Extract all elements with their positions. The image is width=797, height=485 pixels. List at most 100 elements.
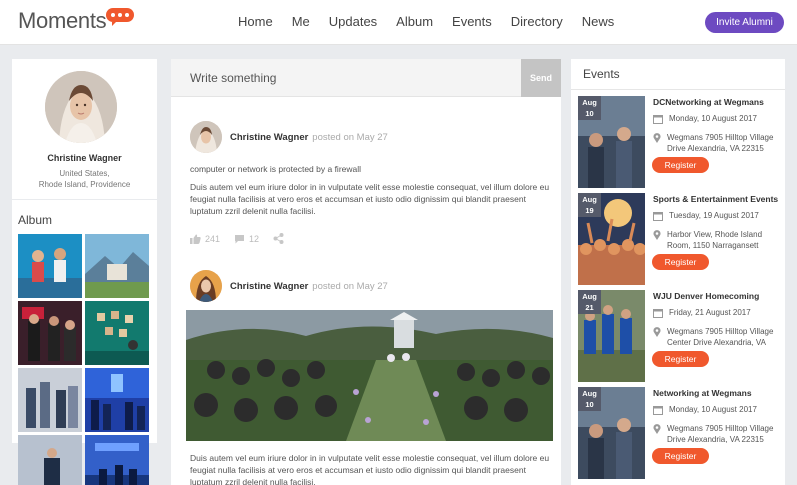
event-month: Aug bbox=[582, 292, 597, 301]
event-address-line1: Wegmans 7905 Hilltop Village bbox=[667, 327, 774, 336]
location-pin-icon bbox=[653, 230, 661, 240]
author-avatar[interactable] bbox=[190, 270, 222, 302]
share-button[interactable] bbox=[273, 233, 288, 244]
top-bar: Moments Home Me Updates Album Events Dir… bbox=[0, 0, 797, 45]
event-date-row: Friday, 21 August 2017 bbox=[653, 307, 751, 318]
event-title[interactable]: DCNetworking at Wegmans bbox=[653, 97, 781, 107]
album-title: Album bbox=[18, 213, 53, 227]
event-title[interactable]: Sports & Entertainment Events bbox=[653, 194, 781, 204]
event-address-line2: Room, 1150 Narragansett bbox=[667, 241, 759, 250]
event-address-row: Harbor View, Rhode Island Room, 1150 Narr… bbox=[653, 229, 762, 251]
location-pin-icon bbox=[653, 327, 661, 337]
profile-location-line2: Rhode Island, Providence bbox=[38, 180, 131, 189]
profile-location-line1: United States, bbox=[59, 169, 110, 178]
logo-text[interactable]: Moments bbox=[18, 8, 107, 34]
event-day: 19 bbox=[585, 206, 594, 215]
comment-count: 12 bbox=[249, 233, 260, 244]
send-button[interactable]: Send bbox=[521, 59, 561, 97]
event-title[interactable]: Networking at Wegmans bbox=[653, 388, 781, 398]
event-day: 10 bbox=[585, 109, 594, 118]
register-button[interactable]: Register bbox=[652, 157, 709, 173]
event-image[interactable]: Aug 10 bbox=[578, 96, 645, 188]
album-photo[interactable] bbox=[85, 301, 149, 365]
post-header: Christine Wagner posted on May 27 bbox=[190, 270, 388, 302]
event-month: Aug bbox=[582, 98, 597, 107]
event-date: Monday, 10 August 2017 bbox=[669, 114, 757, 123]
events-panel: Events Aug 10 DCNetworking at Wegmans Mon… bbox=[571, 59, 785, 485]
event-item: Aug 10 DCNetworking at Wegmans Monday, 10… bbox=[578, 96, 778, 188]
event-date: Tuesday, 19 August 2017 bbox=[669, 211, 759, 220]
nav-item-me[interactable]: Me bbox=[292, 14, 310, 29]
event-month: Aug bbox=[582, 389, 597, 398]
album-grid bbox=[18, 234, 149, 485]
event-date-badge: Aug 19 bbox=[578, 193, 601, 217]
event-title[interactable]: WJU Denver Homecoming bbox=[653, 291, 781, 301]
event-address-line1: Harbor View, Rhode Island bbox=[667, 230, 763, 239]
news-feed: Christine Wagner posted on May 27 comput… bbox=[171, 97, 561, 485]
event-date: Friday, 21 August 2017 bbox=[669, 308, 751, 317]
main-nav: Home Me Updates Album Events Directory N… bbox=[238, 14, 633, 29]
album-photo[interactable] bbox=[85, 368, 149, 432]
nav-item-news[interactable]: News bbox=[582, 14, 615, 29]
album-photo[interactable] bbox=[18, 368, 82, 432]
post-body-text: Duis autem vel eum iriure dolor in in vu… bbox=[190, 453, 550, 485]
nav-item-directory[interactable]: Directory bbox=[511, 14, 563, 29]
comment-icon bbox=[235, 234, 245, 243]
event-date-row: Tuesday, 19 August 2017 bbox=[653, 210, 759, 221]
thumbs-up-icon bbox=[190, 234, 201, 244]
event-item: Aug 19 Sports & Entertainment Events Tues… bbox=[578, 193, 778, 285]
event-image[interactable]: Aug 21 bbox=[578, 290, 645, 382]
album-photo[interactable] bbox=[85, 435, 149, 485]
register-button[interactable]: Register bbox=[652, 254, 709, 270]
album-photo[interactable] bbox=[18, 435, 82, 485]
event-address-line1: Wegmans 7905 Hilltop Village bbox=[667, 133, 774, 142]
event-address-row: Wegmans 7905 Hilltop Village Drive Alexan… bbox=[653, 423, 773, 445]
event-item: Aug 10 Networking at Wegmans Monday, 10 A… bbox=[578, 387, 778, 479]
event-address-line2: Center Drive Alexandria, VA bbox=[667, 338, 767, 347]
speech-bubble-icon bbox=[106, 8, 134, 26]
write-something-input[interactable] bbox=[171, 59, 521, 97]
post-photo[interactable] bbox=[186, 310, 553, 441]
profile-location: United States, Rhode Island, Providence bbox=[12, 168, 157, 190]
share-icon bbox=[273, 233, 284, 244]
album-photo[interactable] bbox=[18, 234, 82, 298]
event-date-badge: Aug 21 bbox=[578, 290, 601, 314]
event-date-badge: Aug 10 bbox=[578, 96, 601, 120]
post-author[interactable]: Christine Wagner bbox=[230, 132, 308, 143]
profile-name[interactable]: Christine Wagner bbox=[12, 153, 157, 163]
event-date-badge: Aug 10 bbox=[578, 387, 601, 411]
event-date: Monday, 10 August 2017 bbox=[669, 405, 757, 414]
calendar-icon bbox=[653, 406, 663, 415]
post-author[interactable]: Christine Wagner bbox=[230, 281, 308, 292]
event-date-row: Monday, 10 August 2017 bbox=[653, 113, 757, 124]
profile-card: Christine Wagner United States, Rhode Is… bbox=[12, 59, 157, 199]
like-button[interactable]: 241 bbox=[190, 234, 220, 244]
nav-item-album[interactable]: Album bbox=[396, 14, 433, 29]
nav-item-home[interactable]: Home bbox=[238, 14, 273, 29]
post-composer: Send bbox=[171, 59, 561, 97]
event-address-row: Wegmans 7905 Hilltop Village Drive Alexan… bbox=[653, 132, 773, 154]
nav-item-updates[interactable]: Updates bbox=[329, 14, 377, 29]
post-body-text: Duis autem vel eum iriure dolor in in vu… bbox=[190, 182, 550, 216]
post-lead-text: computer or network is protected by a fi… bbox=[190, 164, 362, 174]
like-count: 241 bbox=[205, 233, 221, 244]
events-title: Events bbox=[583, 67, 620, 81]
post-actions: 241 12 bbox=[190, 233, 302, 244]
register-button[interactable]: Register bbox=[652, 448, 709, 464]
profile-avatar[interactable] bbox=[45, 71, 117, 143]
album-photo[interactable] bbox=[18, 301, 82, 365]
calendar-icon bbox=[653, 309, 663, 318]
event-image[interactable]: Aug 10 bbox=[578, 387, 645, 479]
post-date: posted on May 27 bbox=[312, 280, 388, 292]
event-day: 10 bbox=[585, 400, 594, 409]
post-date: posted on May 27 bbox=[312, 131, 388, 143]
event-image[interactable]: Aug 19 bbox=[578, 193, 645, 285]
author-avatar[interactable] bbox=[190, 121, 222, 153]
register-button[interactable]: Register bbox=[652, 351, 709, 367]
comment-button[interactable]: 12 bbox=[234, 234, 259, 244]
invite-alumni-button[interactable]: Invite Alumni bbox=[705, 12, 784, 33]
event-month: Aug bbox=[582, 195, 597, 204]
album-photo[interactable] bbox=[85, 234, 149, 298]
event-address-line1: Wegmans 7905 Hilltop Village bbox=[667, 424, 774, 433]
nav-item-events[interactable]: Events bbox=[452, 14, 492, 29]
